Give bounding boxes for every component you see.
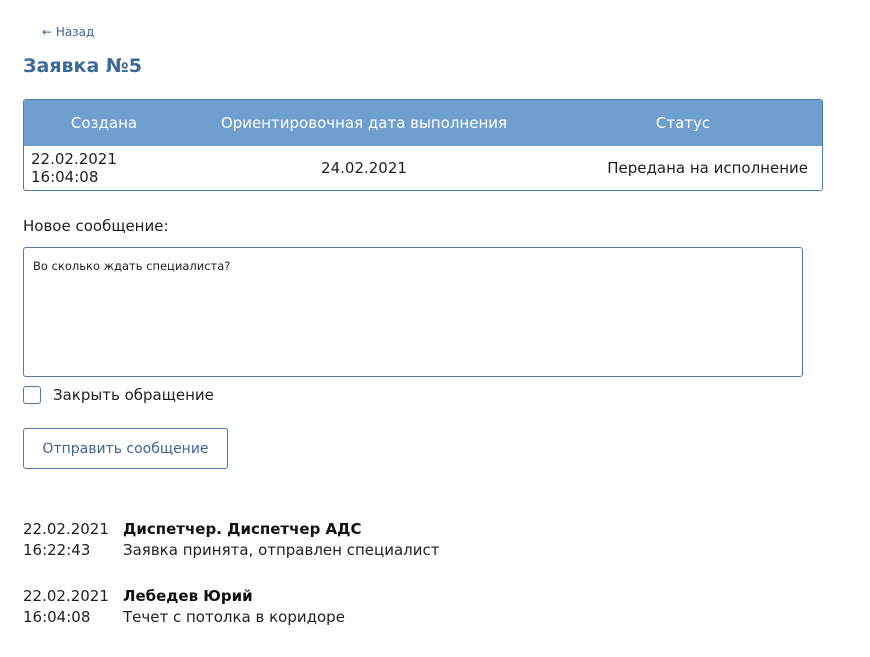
header-due-date: Ориентировочная дата выполнения (220, 114, 508, 132)
table-row: 22.02.2021 16:04:08 24.02.2021 Передана … (24, 146, 822, 190)
close-request-label: Закрыть обращение (53, 386, 214, 404)
message-time: 16:22:43 (23, 541, 91, 559)
message-author: Диспетчер. Диспетчер АДС (123, 520, 362, 538)
header-created: Создана (70, 114, 138, 132)
cell-status: Передана на исполнение (607, 159, 808, 177)
list-item: 22.02.2021 16:04:08 Лебедев Юрий Течет с… (23, 586, 803, 628)
cell-created: 22.02.2021 16:04:08 (31, 150, 117, 186)
message-body: Лебедев Юрий Течет с потолка в коридоре (123, 586, 345, 628)
message-timestamp: 22.02.2021 16:04:08 (23, 586, 123, 628)
request-info-table: Создана Ориентировочная дата выполнения … (23, 99, 823, 191)
message-text: Течет с потолка в коридоре (123, 608, 345, 626)
close-request-option[interactable]: Закрыть обращение (23, 386, 214, 404)
message-date: 22.02.2021 (23, 587, 109, 605)
list-item: 22.02.2021 16:22:43 Диспетчер. Диспетчер… (23, 519, 803, 561)
table-header-row: Создана Ориентировочная дата выполнения … (24, 100, 822, 146)
message-author: Лебедев Юрий (123, 587, 253, 605)
new-message-input[interactable]: Во сколько ждать специалиста? (23, 247, 803, 377)
message-history: 22.02.2021 16:22:43 Диспетчер. Диспетчер… (23, 519, 803, 653)
back-link[interactable]: ← Назад (42, 25, 94, 39)
new-message-label: Новое сообщение: (23, 217, 169, 235)
message-timestamp: 22.02.2021 16:22:43 (23, 519, 123, 561)
message-date: 22.02.2021 (23, 520, 109, 538)
message-text: Заявка принята, отправлен специалист (123, 541, 440, 559)
message-time: 16:04:08 (23, 608, 91, 626)
header-status: Статус (655, 114, 711, 132)
message-body: Диспетчер. Диспетчер АДС Заявка принята,… (123, 519, 440, 561)
send-message-button[interactable]: Отправить сообщение (23, 428, 228, 469)
page-title: Заявка №5 (23, 55, 142, 77)
close-request-checkbox[interactable] (23, 386, 41, 404)
cell-due-date: 24.02.2021 (321, 159, 407, 177)
